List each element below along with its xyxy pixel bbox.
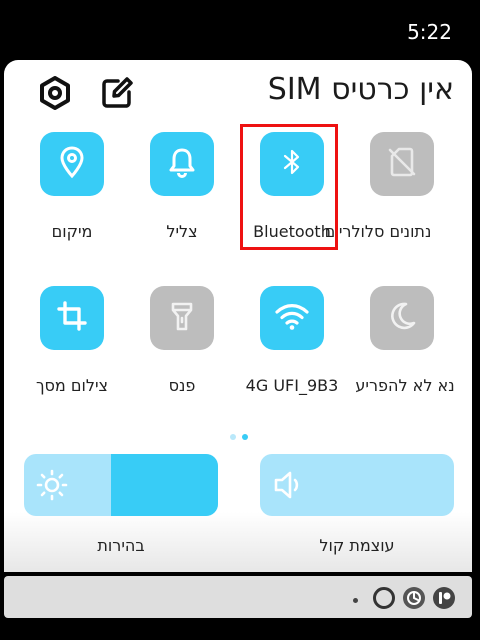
tile-sound[interactable]: צליל bbox=[126, 132, 236, 252]
tiles-row-2: צילום מסך פנס 4G UFI_9B3 נא לא להפריע bbox=[4, 286, 472, 406]
brightness-fill bbox=[111, 454, 218, 516]
volume-slider[interactable] bbox=[260, 454, 454, 516]
tile-flashlight-button[interactable] bbox=[150, 286, 214, 350]
tile-dnd-button[interactable] bbox=[370, 286, 434, 350]
status-time: 5:22 bbox=[407, 20, 452, 44]
tile-sound-label: צליל bbox=[166, 222, 198, 241]
ring-icon[interactable] bbox=[372, 586, 396, 614]
tiles-row-1: מיקום צליל Bluetooth נתונים סלולריים bbox=[4, 132, 472, 252]
tile-location-label: מיקום bbox=[51, 222, 93, 241]
tile-flashlight[interactable]: פנס bbox=[126, 286, 236, 406]
page-indicator bbox=[230, 434, 248, 440]
tile-location-button[interactable] bbox=[40, 132, 104, 196]
moon-icon bbox=[385, 299, 419, 337]
tile-location[interactable]: מיקום bbox=[16, 132, 126, 252]
tile-mobile-data-button[interactable] bbox=[370, 132, 434, 196]
tile-mobile-data[interactable]: נתונים סלולריים bbox=[325, 132, 456, 252]
tile-screenshot[interactable]: צילום מסך bbox=[16, 286, 126, 406]
tile-bluetooth-button[interactable] bbox=[260, 132, 324, 196]
brightness-slider[interactable] bbox=[24, 454, 218, 516]
quick-settings-panel: אין כרטיס SIM מיקום צליל Bluetooth נתוני… bbox=[4, 60, 472, 572]
tile-wifi-label: 4G UFI_9B3 bbox=[245, 376, 339, 395]
page-dot-2[interactable] bbox=[242, 434, 248, 440]
page-dot-1[interactable] bbox=[230, 434, 236, 440]
tile-sound-button[interactable] bbox=[150, 132, 214, 196]
tile-wifi[interactable]: 4G UFI_9B3 bbox=[236, 286, 346, 406]
app-icon[interactable] bbox=[432, 586, 456, 614]
volume-icon bbox=[270, 467, 306, 503]
sync-icon[interactable] bbox=[402, 586, 426, 614]
tile-do-not-disturb[interactable]: נא לא להפריע bbox=[346, 286, 456, 406]
wifi-icon bbox=[274, 299, 310, 337]
tile-wifi-button[interactable] bbox=[260, 286, 324, 350]
tile-flashlight-label: פנס bbox=[168, 376, 196, 395]
screen: 5:22 אין כרטיס SIM מיקום צליל Bluetooth … bbox=[0, 0, 480, 640]
notification-dot-icon bbox=[353, 597, 358, 603]
crop-icon bbox=[55, 299, 89, 337]
volume-label: עוצמת קול bbox=[319, 536, 395, 555]
sim-status-title: אין כרטיס SIM bbox=[267, 72, 454, 107]
nav-bar bbox=[4, 576, 472, 618]
brightness-label: בהירות bbox=[97, 536, 145, 555]
flashlight-icon bbox=[165, 299, 199, 337]
edit-icon[interactable] bbox=[100, 76, 134, 110]
bell-icon bbox=[165, 145, 199, 183]
tile-screenshot-label: צילום מסך bbox=[35, 376, 109, 395]
tile-dnd-label: נא לא להפריע bbox=[355, 376, 455, 395]
tile-screenshot-button[interactable] bbox=[40, 286, 104, 350]
mobile-data-off-icon bbox=[385, 145, 419, 183]
settings-icon[interactable] bbox=[38, 76, 72, 110]
location-icon bbox=[55, 145, 89, 183]
status-bar: 5:22 bbox=[0, 0, 480, 60]
brightness-icon bbox=[34, 467, 70, 503]
tile-mobile-data-label: נתונים סלולריים bbox=[324, 222, 432, 241]
nav-bar-icons bbox=[353, 586, 456, 614]
bluetooth-icon bbox=[275, 145, 309, 183]
